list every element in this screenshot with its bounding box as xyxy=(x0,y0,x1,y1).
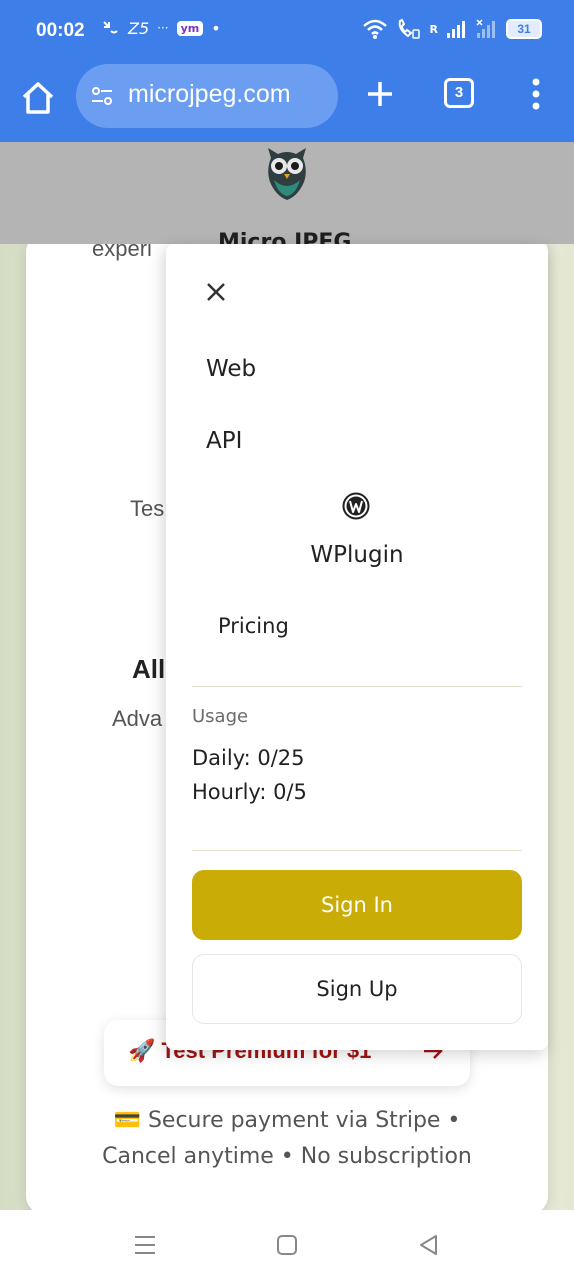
bg-text-test: Tes xyxy=(130,496,165,521)
battery-icon: 31 xyxy=(506,19,542,39)
brand-name: Micro JPEG xyxy=(218,230,352,244)
bg-heading-all: All xyxy=(132,654,166,684)
site-header: Micro JPEG xyxy=(0,142,574,244)
nav-item-wplugin[interactable]: WPlugin xyxy=(166,542,548,568)
wifi-call-icon xyxy=(398,18,420,39)
usage-label: Usage xyxy=(192,706,249,727)
plus-icon[interactable] xyxy=(364,78,396,110)
sign-up-button[interactable]: Sign Up xyxy=(192,954,522,1024)
status-right-icons: R 31 xyxy=(362,18,542,40)
phone-forward-icon xyxy=(103,21,118,34)
usage-daily: Daily: 0/25 xyxy=(192,746,305,770)
usage-hourly: Hourly: 0/5 xyxy=(192,780,307,804)
tabs-icon[interactable]: 3 xyxy=(444,78,474,108)
bg-text-experience: experi xyxy=(92,244,152,261)
wifi-icon xyxy=(362,19,387,39)
back-icon[interactable] xyxy=(416,1232,442,1258)
status-dot: • xyxy=(211,18,221,38)
signal-icon xyxy=(447,21,465,38)
carrier-mark: Z5 xyxy=(128,18,150,38)
owl-logo[interactable] xyxy=(266,146,308,200)
bg-text-advanced: Adva xyxy=(112,706,163,731)
nav-item-web[interactable]: Web xyxy=(206,356,256,382)
status-bar: 00:02 Z5 ··· ym • R 31 xyxy=(0,0,574,64)
url-text[interactable]: microjpeg.com xyxy=(128,80,291,109)
home-icon[interactable] xyxy=(20,80,56,116)
signal-r: R xyxy=(429,22,438,36)
wordpress-icon xyxy=(342,492,370,520)
square-icon[interactable] xyxy=(274,1232,300,1258)
address-bar[interactable]: microjpeg.com xyxy=(76,64,338,128)
signal-no-service-icon xyxy=(476,19,495,38)
drawer-divider-top xyxy=(192,686,522,687)
status-time: 00:02 xyxy=(36,20,85,41)
nav-item-pricing[interactable]: Pricing xyxy=(218,614,289,638)
browser-toolbar: microjpeg.com 3 xyxy=(0,64,574,142)
sign-in-button[interactable]: Sign In xyxy=(192,870,522,940)
menu-icon[interactable] xyxy=(132,1232,158,1258)
secure-payment-text: 💳 Secure payment via Stripe • xyxy=(113,1108,461,1133)
android-nav-bar xyxy=(0,1210,574,1280)
tune-icon[interactable] xyxy=(90,84,114,108)
nav-item-api[interactable]: API xyxy=(206,428,242,454)
nav-drawer: Web API WPlugin Pricing Usage Daily: 0/2… xyxy=(166,244,548,1050)
more-icon[interactable] xyxy=(526,74,546,114)
cancel-anytime-text: Cancel anytime • No subscription xyxy=(102,1144,472,1169)
ym-app-icon: ym xyxy=(176,20,204,36)
status-dots: ··· xyxy=(157,21,169,35)
status-left-icons: Z5 ··· ym • xyxy=(100,18,221,38)
drawer-divider-bottom xyxy=(192,850,522,851)
close-icon[interactable] xyxy=(202,278,230,306)
